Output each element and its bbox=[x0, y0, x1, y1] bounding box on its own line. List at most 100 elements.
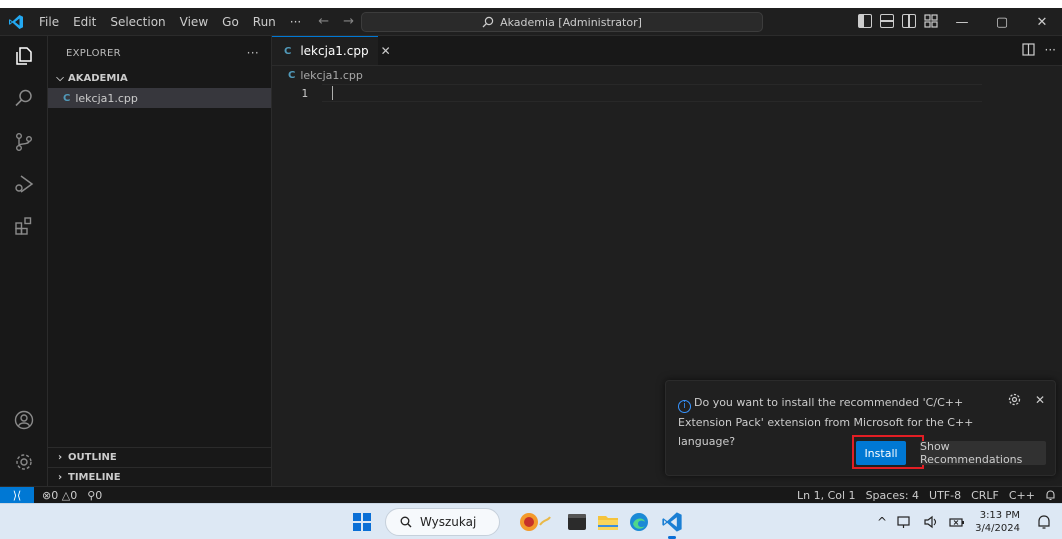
layout-controls bbox=[858, 14, 938, 28]
file-label: lekcja1.cpp bbox=[75, 91, 138, 105]
menu-edit[interactable]: Edit bbox=[66, 8, 103, 36]
windows-taskbar: Wyszukaj ^ 3:13 PM 3/4/2024 bbox=[0, 503, 1062, 539]
menu-run[interactable]: Run bbox=[246, 8, 283, 36]
errors-count: 0 bbox=[51, 488, 59, 502]
extensions-icon[interactable] bbox=[12, 214, 36, 238]
chevron-down-icon: ⌵ bbox=[56, 72, 64, 84]
line-number: 1 bbox=[301, 86, 308, 100]
settings-gear-icon[interactable] bbox=[12, 450, 36, 474]
activity-bar bbox=[0, 36, 48, 486]
edge-browser-app-icon[interactable] bbox=[627, 510, 651, 534]
toast-close-icon[interactable]: ✕ bbox=[1035, 393, 1045, 407]
problems-indicator[interactable]: ⊗0 △0 bbox=[42, 489, 77, 502]
outline-section[interactable]: › OUTLINE bbox=[48, 447, 272, 467]
explorer-more-button[interactable]: ··· bbox=[247, 46, 259, 60]
accounts-icon[interactable] bbox=[12, 408, 36, 432]
volume-icon[interactable] bbox=[923, 515, 939, 529]
warnings-count: 0 bbox=[70, 488, 78, 502]
tab-bar: C lekcja1.cpp ✕ ··· bbox=[272, 36, 1062, 66]
status-left: ⊗0 △0 ⚲0 bbox=[42, 489, 102, 502]
toggle-primary-sidebar-icon[interactable] bbox=[858, 14, 872, 28]
explorer-files-icon[interactable] bbox=[12, 44, 36, 68]
explorer-header: EXPLORER ··· bbox=[48, 36, 271, 70]
explorer-sidebar: EXPLORER ··· ⌵ AKADEMIA C lekcja1.cpp › … bbox=[48, 36, 272, 486]
terminal-app-icon[interactable] bbox=[565, 510, 589, 534]
breadcrumb[interactable]: C lekcja1.cpp bbox=[272, 66, 1062, 84]
chevron-right-icon: › bbox=[57, 452, 63, 463]
end-of-line[interactable]: CRLF bbox=[971, 489, 999, 502]
cursor-position[interactable]: Ln 1, Col 1 bbox=[797, 489, 856, 502]
clock-time: 3:13 PM bbox=[979, 510, 1020, 521]
timeline-label: TIMELINE bbox=[68, 472, 121, 483]
split-editor-icon[interactable] bbox=[1021, 43, 1035, 56]
toggle-panel-icon[interactable] bbox=[880, 14, 894, 28]
command-center-search[interactable]: Akademia [Administrator] bbox=[361, 12, 763, 32]
editor-actions: ··· bbox=[1021, 43, 1056, 57]
clock-date: 3/4/2024 bbox=[975, 523, 1020, 534]
ports-count: 0 bbox=[95, 488, 103, 502]
widgets-icon[interactable] bbox=[514, 510, 554, 534]
search-icon bbox=[482, 16, 494, 28]
text-cursor bbox=[332, 86, 333, 100]
taskbar-search[interactable]: Wyszukaj bbox=[385, 508, 500, 536]
search-text: Akademia [Administrator] bbox=[500, 15, 642, 29]
menu-file[interactable]: File bbox=[32, 8, 66, 36]
close-button[interactable]: ✕ bbox=[1022, 8, 1062, 36]
back-arrow-icon[interactable]: ← bbox=[318, 14, 329, 29]
editor-more-button[interactable]: ··· bbox=[1045, 43, 1056, 57]
tab-label: lekcja1.cpp bbox=[300, 44, 369, 58]
gear-icon[interactable] bbox=[1008, 393, 1021, 406]
indentation[interactable]: Spaces: 4 bbox=[866, 489, 919, 502]
breadcrumb-file: lekcja1.cpp bbox=[300, 68, 363, 82]
current-line-highlight bbox=[322, 84, 982, 102]
forward-arrow-icon[interactable]: → bbox=[343, 14, 354, 29]
search-icon[interactable] bbox=[12, 86, 36, 110]
notification-center-icon[interactable] bbox=[1036, 514, 1052, 530]
tab-lekcja1[interactable]: C lekcja1.cpp ✕ bbox=[272, 36, 391, 65]
customize-layout-icon[interactable] bbox=[924, 14, 938, 28]
maximize-button[interactable]: ▢ bbox=[982, 8, 1022, 36]
tab-close-icon[interactable]: ✕ bbox=[381, 44, 391, 58]
system-clock[interactable]: 3:13 PM 3/4/2024 bbox=[975, 509, 1020, 535]
remote-indicator-icon[interactable]: ⟩⟨ bbox=[0, 486, 34, 504]
info-icon: i bbox=[678, 400, 691, 413]
status-bar: ⟩⟨ ⊗0 △0 ⚲0 Ln 1, Col 1 Spaces: 4 UTF-8 … bbox=[0, 486, 1062, 504]
show-recommendations-button[interactable]: Show Recommendations bbox=[920, 440, 1046, 466]
extension-recommendation-toast: i Do you want to install the recommended … bbox=[665, 380, 1056, 476]
tray-chevron-icon[interactable]: ^ bbox=[877, 515, 887, 529]
vscode-app-icon[interactable] bbox=[660, 510, 684, 539]
ports-indicator[interactable]: ⚲0 bbox=[87, 489, 102, 502]
menu-view[interactable]: View bbox=[173, 8, 215, 36]
file-explorer-app-icon[interactable] bbox=[596, 510, 620, 534]
explorer-title: EXPLORER bbox=[66, 47, 121, 59]
timeline-section[interactable]: › TIMELINE bbox=[48, 467, 272, 487]
menu-go[interactable]: Go bbox=[215, 8, 246, 36]
status-right: Ln 1, Col 1 Spaces: 4 UTF-8 CRLF C++ bbox=[797, 487, 1056, 504]
encoding[interactable]: UTF-8 bbox=[929, 489, 961, 502]
chevron-right-icon: › bbox=[57, 472, 63, 483]
run-debug-icon[interactable] bbox=[12, 172, 36, 196]
language-mode[interactable]: C++ bbox=[1009, 489, 1035, 502]
file-item-lekcja1[interactable]: C lekcja1.cpp bbox=[48, 88, 271, 108]
menu-selection[interactable]: Selection bbox=[103, 8, 172, 36]
install-highlight-box bbox=[852, 435, 924, 469]
menu-more-button[interactable]: ··· bbox=[283, 15, 308, 29]
notifications-bell-icon[interactable] bbox=[1045, 490, 1056, 501]
nav-arrows: ← → bbox=[318, 14, 354, 29]
folder-akademia[interactable]: ⌵ AKADEMIA bbox=[48, 68, 271, 88]
folder-label: AKADEMIA bbox=[68, 72, 128, 84]
battery-icon[interactable] bbox=[949, 515, 965, 529]
toggle-secondary-sidebar-icon[interactable] bbox=[902, 14, 916, 28]
cpp-file-icon: C bbox=[288, 69, 296, 81]
menu-bar: File Edit Selection View Go Run ··· bbox=[32, 8, 308, 36]
toast-controls: ✕ bbox=[1008, 393, 1045, 407]
minimize-button[interactable]: — bbox=[942, 8, 982, 36]
code-line[interactable]: 1 bbox=[272, 84, 1062, 102]
title-bar: File Edit Selection View Go Run ··· ← → … bbox=[0, 8, 1062, 36]
window-controls: — ▢ ✕ bbox=[942, 8, 1062, 36]
source-control-icon[interactable] bbox=[12, 130, 36, 154]
outline-label: OUTLINE bbox=[68, 452, 117, 463]
network-icon[interactable] bbox=[897, 515, 913, 529]
vscode-logo-icon bbox=[0, 8, 32, 36]
windows-start-icon[interactable] bbox=[353, 513, 371, 531]
